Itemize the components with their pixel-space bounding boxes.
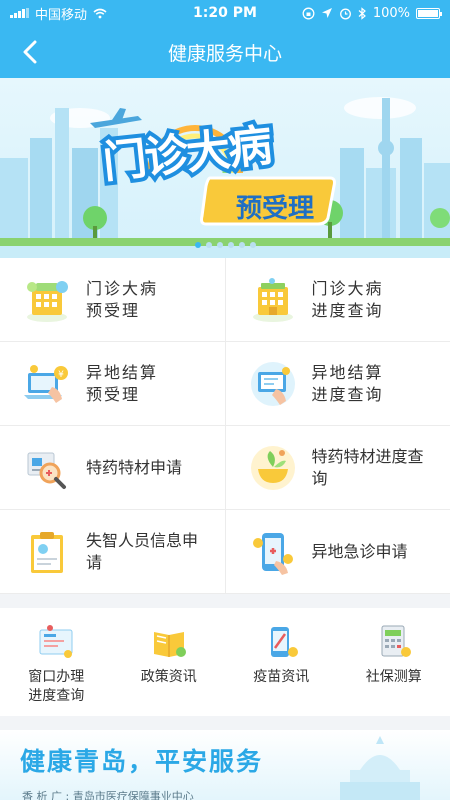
grid-item-special-drug-apply[interactable]: 特药特材申请 — [0, 426, 225, 509]
quick-link-policy-news[interactable]: 政策资讯 — [113, 608, 226, 716]
grid-item-label: 异地结算 预受理 — [86, 362, 159, 404]
quick-link-window-progress[interactable]: 窗口办理 进度查询 — [0, 608, 113, 716]
service-grid: 门诊大病 预受理 门诊大病 进度查询 ¥ 异地结算 预受理 异地结算 进度查询 … — [0, 258, 450, 594]
grid-item-remote-settlement-progress[interactable]: 异地结算 进度查询 — [224, 342, 450, 425]
laptop-check-icon — [250, 361, 295, 406]
building-search-icon — [252, 277, 293, 322]
landmark-illustration — [340, 736, 420, 800]
grid-item-label: 特药特材申请 — [86, 457, 183, 477]
grid-item-label: 失智人员信息申 请 — [86, 530, 199, 572]
banner-page-dot[interactable] — [249, 242, 256, 248]
banner-title-line2: 预受理 — [236, 194, 315, 224]
phone-medical-icon — [252, 532, 293, 575]
promo-banner[interactable]: 门诊大病 预受理 — [0, 78, 450, 258]
promo-title: 健康青岛，平安服务 — [20, 747, 264, 776]
banner-page-dot[interactable] — [238, 242, 245, 248]
quick-link-vaccine-news[interactable]: 疫苗资讯 — [225, 608, 338, 716]
window-progress-icon — [39, 625, 73, 658]
battery-icon — [416, 7, 442, 19]
promo-footer: 健康青岛，平安服务 香 析 广 : 青岛市医疗保障事业中心 — [0, 730, 450, 800]
banner-pagination — [0, 242, 450, 248]
rotation-lock-icon — [302, 7, 315, 19]
promo-subtitle: 香 析 广 : 青岛市医疗保障事业中心 — [22, 790, 194, 800]
grid-item-label: 异地急诊申请 — [311, 541, 408, 561]
alarm-icon — [339, 8, 351, 19]
vaccine-phone-icon — [271, 627, 299, 657]
svg-text:¥: ¥ — [58, 370, 64, 380]
quick-link-label: 疫苗资讯 — [253, 669, 310, 685]
grid-item-dementia-info-apply[interactable]: 失智人员信息申 请 — [0, 510, 225, 593]
banner-page-dot[interactable] — [216, 242, 223, 248]
quick-link-label: 窗口办理 进度查询 — [28, 669, 85, 704]
herb-bowl-icon — [250, 445, 295, 490]
location-icon — [321, 8, 332, 18]
grid-item-remote-settlement-preaccept[interactable]: ¥ 异地结算 预受理 — [0, 342, 225, 425]
building-form-icon — [27, 280, 68, 322]
bluetooth-icon — [358, 6, 366, 20]
grid-item-special-drug-progress[interactable]: 特药特材进度查 询 — [224, 426, 450, 509]
top-bar: 中国移动 1:20 PM 100% 健康服务中心 — [0, 0, 450, 78]
clipboard-profile-icon — [31, 531, 63, 573]
grid-item-remote-emergency-apply[interactable]: 异地急诊申请 — [224, 510, 450, 593]
grid-item-label: 特药特材进度查 询 — [311, 446, 424, 488]
quick-link-label: 社保测算 — [365, 669, 422, 685]
banner-page-dot[interactable] — [205, 242, 212, 248]
grid-item-outpatient-progress[interactable]: 门诊大病 进度查询 — [224, 258, 450, 341]
grid-item-label: 门诊大病 预受理 — [86, 278, 159, 320]
grid-item-label: 门诊大病 进度查询 — [311, 278, 384, 320]
page-title: 健康服务中心 — [167, 42, 282, 65]
calculator-icon — [381, 625, 411, 657]
banner-page-dot[interactable] — [194, 242, 201, 248]
signal-icon — [10, 8, 29, 18]
policy-book-icon — [153, 632, 186, 657]
grid-item-label: 异地结算 进度查询 — [311, 362, 384, 404]
battery-percent: 100% — [372, 5, 410, 21]
grid-item-outpatient-preaccept[interactable]: 门诊大病 预受理 — [0, 258, 225, 341]
document-magnifier-icon — [27, 452, 66, 489]
quick-link-social-security-calc[interactable]: 社保测算 — [338, 608, 450, 716]
chevron-left-icon — [23, 40, 37, 64]
quick-links: 窗口办理 进度查询 政策资讯 疫苗资讯 社保测算 — [0, 608, 450, 716]
wifi-icon — [93, 8, 107, 18]
nav-header: 健康服务中心 — [0, 26, 450, 78]
laptop-coin-icon: ¥ — [24, 364, 68, 403]
carrier-label: 中国移动 — [35, 7, 88, 23]
quick-link-label: 政策资讯 — [140, 669, 197, 685]
banner-page-dot[interactable] — [227, 242, 234, 248]
status-bar: 中国移动 1:20 PM 100% — [0, 0, 450, 26]
back-button[interactable] — [14, 36, 46, 68]
